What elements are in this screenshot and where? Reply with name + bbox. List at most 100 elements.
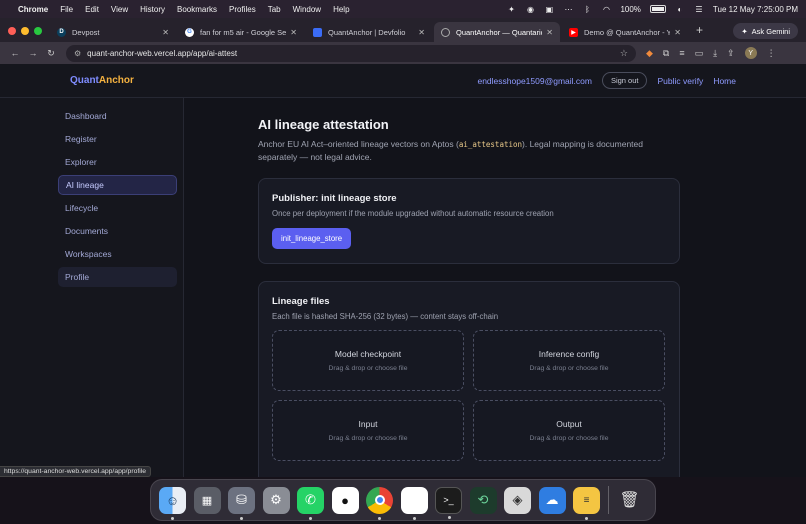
menu-bookmarks[interactable]: Bookmarks: [177, 5, 217, 14]
icloud-icon[interactable]: ☁: [538, 486, 566, 514]
trash-icon[interactable]: 🗑: [616, 487, 643, 514]
new-tab-button[interactable]: +: [690, 23, 711, 42]
wifi-icon[interactable]: ◠: [601, 4, 611, 14]
sidebar-item-ai-lineage[interactable]: AI lineage: [58, 175, 177, 195]
globe-favicon-icon: [441, 27, 450, 37]
share-icon[interactable]: ⇪: [727, 48, 735, 59]
menu-history[interactable]: History: [140, 5, 165, 14]
sign-out-button[interactable]: Sign out: [601, 72, 648, 89]
menubar-clock[interactable]: Tue 12 May 7:25:00 PM: [713, 5, 798, 14]
codex-icon[interactable]: ⟲: [469, 486, 497, 514]
user-switch-icon[interactable]: ◐: [675, 4, 685, 14]
bookmark-star-icon[interactable]: ☆: [620, 48, 628, 59]
sidebar-item-explorer[interactable]: Explorer: [58, 152, 177, 172]
close-window-button[interactable]: [8, 27, 16, 35]
sparkle-icon[interactable]: ✦: [506, 4, 516, 14]
public-verify-link[interactable]: Public verify: [657, 76, 703, 86]
finder-icon[interactable]: ☺: [159, 486, 186, 520]
ask-gemini-button[interactable]: ✦ Ask Gemini: [733, 23, 798, 39]
chrome-icon[interactable]: [366, 486, 393, 520]
whatsapp-icon[interactable]: ✆: [297, 486, 324, 520]
menu-tab[interactable]: Tab: [268, 5, 281, 14]
sidebar-item-profile[interactable]: Profile: [58, 267, 177, 287]
system-settings-icon[interactable]: ⚙: [262, 486, 290, 514]
extension-icon[interactable]: ◆: [646, 48, 653, 59]
sidebar-item-dashboard[interactable]: Dashboard: [58, 106, 177, 126]
puzzle-extensions-icon[interactable]: ⧉: [663, 48, 669, 59]
sidebar-item-lifecycle[interactable]: Lifecycle: [58, 198, 177, 218]
youtube-favicon-icon: ▶: [569, 27, 578, 37]
browser-tab-bar: D Devpost ✕ G fan for m5 air - Google Se…: [0, 18, 806, 42]
close-tab-icon[interactable]: ✕: [546, 28, 553, 37]
dropzone-title: Output: [556, 419, 582, 429]
menu-profiles[interactable]: Profiles: [229, 5, 256, 14]
dock-separator: [607, 486, 609, 514]
sidebar-item-documents[interactable]: Documents: [58, 221, 177, 241]
browser-tab[interactable]: QuantAnchor | Devfolio ✕: [306, 22, 432, 42]
input-dropzone[interactable]: Input Drag & drop or choose file: [272, 400, 464, 461]
blank-app-icon[interactable]: [400, 486, 428, 520]
zoom-window-button[interactable]: [34, 27, 42, 35]
menubar-status-area: ✦ ◉ ▣ ⋯ ᛒ ◠ 100% ◐ ☰ Tue 12 May 7:25:00 …: [506, 4, 798, 14]
dropzone-hint: Drag & drop or choose file: [529, 435, 609, 442]
running-indicator: [171, 516, 174, 520]
running-indicator: [585, 516, 588, 520]
terminal-icon[interactable]: >_: [435, 486, 462, 519]
battery-percent: 100%: [620, 4, 641, 14]
address-url[interactable]: quant-anchor-web.vercel.app/app/ai-attes…: [87, 49, 237, 58]
menu-help[interactable]: Help: [333, 5, 349, 14]
inference-config-dropzone[interactable]: Inference config Drag & drop or choose f…: [473, 330, 665, 391]
forward-arrow-icon[interactable]: →: [24, 48, 42, 58]
back-arrow-icon[interactable]: ←: [6, 48, 24, 58]
file-dropzone-grid: Model checkpoint Drag & drop or choose f…: [272, 330, 666, 461]
control-center-icon[interactable]: ☰: [694, 4, 704, 14]
battery-icon[interactable]: [649, 5, 666, 13]
sidebar-item-register[interactable]: Register: [58, 129, 177, 149]
menu-view[interactable]: View: [111, 5, 128, 14]
vpn-icon[interactable]: ⋯: [563, 4, 573, 14]
reload-icon[interactable]: ↻: [42, 48, 60, 59]
github-icon[interactable]: ●: [331, 486, 359, 514]
tab-search-icon[interactable]: ▭: [695, 48, 704, 59]
record-icon[interactable]: ◉: [525, 4, 535, 14]
browser-tab[interactable]: ▶ Demo @ QuantAnchor - YouTube ✕: [562, 22, 688, 42]
menu-edit[interactable]: Edit: [85, 5, 99, 14]
home-link[interactable]: Home: [713, 76, 736, 86]
close-tab-icon[interactable]: ✕: [674, 28, 681, 37]
menu-app-name[interactable]: Chrome: [18, 5, 48, 14]
init-lineage-store-button[interactable]: init_lineage_store: [272, 228, 352, 249]
notes-icon[interactable]: ≡: [573, 486, 600, 520]
window-controls: [0, 27, 50, 42]
download-icon[interactable]: ⤓: [713, 48, 717, 59]
disk-utility-icon[interactable]: ⛁: [228, 486, 255, 520]
launchpad-icon[interactable]: ▦: [193, 486, 221, 514]
close-tab-icon[interactable]: ✕: [162, 28, 169, 37]
output-dropzone[interactable]: Output Drag & drop or choose file: [473, 400, 665, 461]
profile-avatar[interactable]: Y: [744, 47, 757, 59]
menu-file[interactable]: File: [60, 5, 73, 14]
address-bar[interactable]: ⚙ quant-anchor-web.vercel.app/app/ai-att…: [66, 44, 636, 62]
close-tab-icon[interactable]: ✕: [290, 28, 297, 37]
running-indicator: [378, 516, 381, 520]
chrome-menu-icon[interactable]: ⋮: [767, 48, 776, 59]
tab-title: Demo @ QuantAnchor - YouTube: [584, 27, 671, 37]
browser-tab[interactable]: G fan for m5 air - Google Search ✕: [178, 22, 304, 42]
site-info-icon[interactable]: ⚙: [74, 49, 81, 58]
brand-logo[interactable]: QuantAnchor: [70, 75, 134, 86]
cube-app-icon[interactable]: ◈: [504, 486, 531, 514]
screen-share-icon[interactable]: ▣: [544, 4, 554, 14]
sidebar-item-workspaces[interactable]: Workspaces: [58, 244, 177, 264]
lineage-files-subtitle: Each file is hashed SHA-256 (32 bytes) —…: [272, 312, 499, 321]
bluetooth-icon[interactable]: ᛒ: [582, 4, 592, 14]
browser-tab[interactable]: D Devpost ✕: [50, 22, 176, 42]
close-tab-icon[interactable]: ✕: [418, 28, 425, 37]
menu-window[interactable]: Window: [293, 5, 321, 14]
browser-tab-active[interactable]: QuantAnchor — Quantarions ✕: [434, 22, 560, 42]
publisher-card-subtitle: Once per deployment if the module upgrad…: [272, 209, 554, 218]
model-checkpoint-dropzone[interactable]: Model checkpoint Drag & drop or choose f…: [272, 330, 464, 391]
minimize-window-button[interactable]: [21, 27, 29, 35]
devpost-favicon-icon: D: [57, 27, 66, 37]
reading-list-icon[interactable]: ≡: [679, 48, 684, 58]
running-indicator: [240, 516, 243, 520]
lineage-files-title: Lineage files: [272, 296, 330, 307]
